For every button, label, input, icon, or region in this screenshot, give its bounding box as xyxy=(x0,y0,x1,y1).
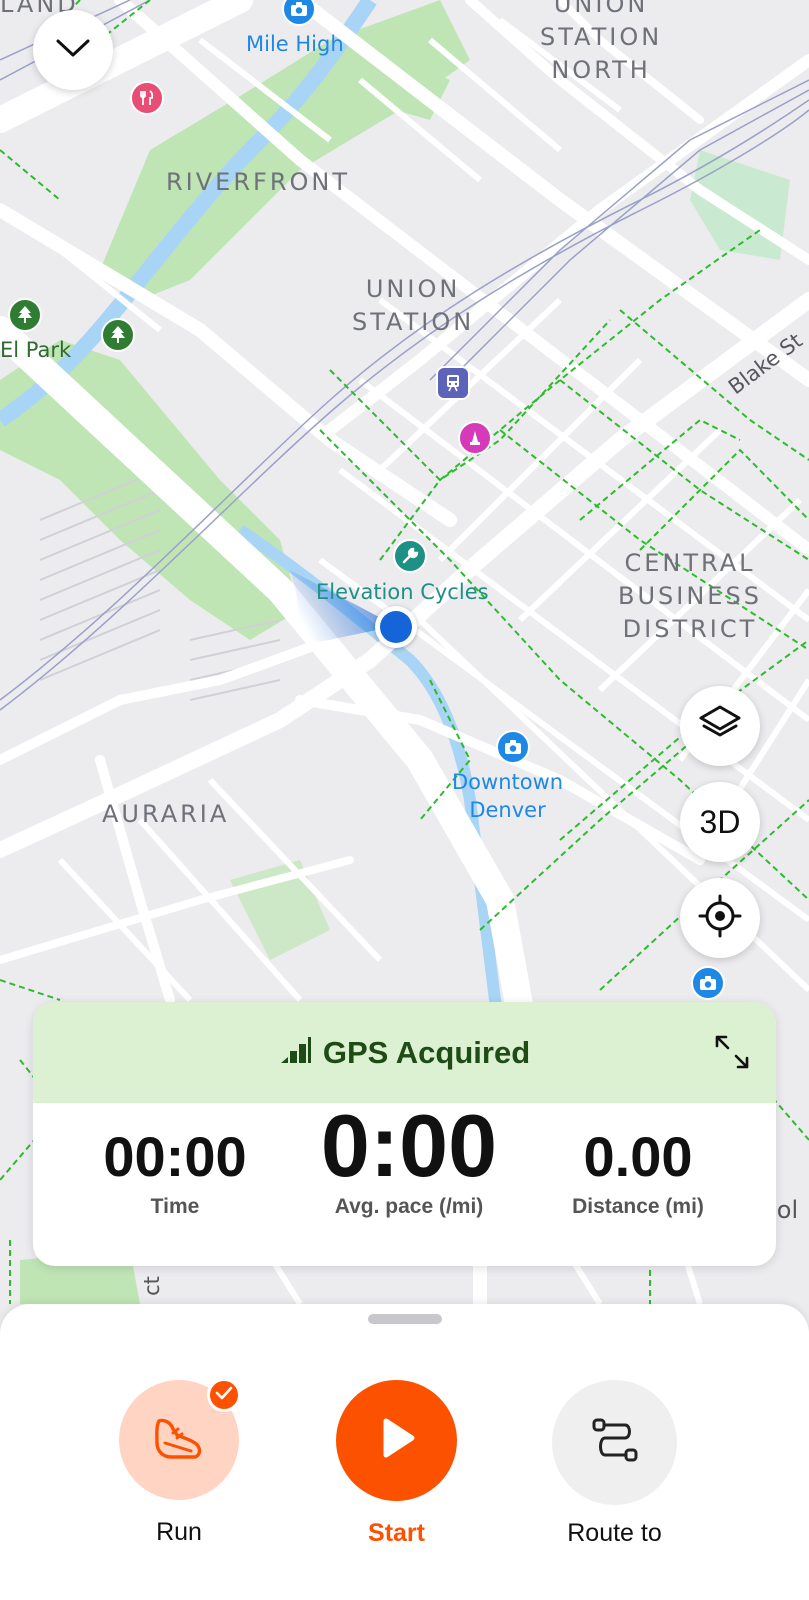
pace-stat: 0:00 Avg. pace (/mi) xyxy=(289,1102,529,1219)
route-button[interactable] xyxy=(552,1380,677,1505)
train-station-icon[interactable] xyxy=(436,366,470,400)
bottom-sheet: Run Start Route to xyxy=(0,1304,809,1600)
distance-stat: 0.00 Distance (mi) xyxy=(533,1125,743,1219)
crosshair-icon xyxy=(698,894,742,943)
map-layers-button[interactable] xyxy=(680,686,760,766)
running-shoe-icon xyxy=(151,1413,207,1468)
restaurant-icon[interactable] xyxy=(130,81,164,115)
expand-stats-button[interactable] xyxy=(714,1034,750,1070)
poi-label-downtown-denver[interactable]: Downtown Denver xyxy=(452,768,563,824)
wrench-icon[interactable] xyxy=(393,539,427,573)
poi-label-mile-high[interactable]: Mile High xyxy=(246,30,344,58)
district-label: UNION STATION xyxy=(352,275,475,336)
tree-icon[interactable] xyxy=(8,298,42,332)
district-label: RIVERFRONT xyxy=(166,168,350,196)
route-action[interactable]: Route to xyxy=(552,1380,677,1548)
poi-label-el-park[interactable]: El Park xyxy=(0,338,71,362)
start-action[interactable]: Start xyxy=(336,1380,457,1548)
3d-toggle-button[interactable]: 3D xyxy=(680,782,760,862)
sport-type-label: Run xyxy=(156,1518,202,1546)
play-icon xyxy=(377,1416,417,1465)
start-button[interactable] xyxy=(336,1380,457,1501)
distance-label: Distance (mi) xyxy=(572,1195,704,1218)
district-label: UNION STATION NORTH xyxy=(540,0,663,84)
district-label: AURARIA xyxy=(102,800,230,828)
time-stat: 00:00 Time xyxy=(77,1125,273,1219)
selected-check-badge xyxy=(207,1378,241,1412)
collapse-map-button[interactable] xyxy=(33,10,113,90)
sport-type-action[interactable]: Run xyxy=(119,1378,241,1547)
sheet-grabber[interactable] xyxy=(368,1314,442,1324)
route-icon xyxy=(591,1417,639,1468)
time-value: 00:00 xyxy=(103,1125,247,1188)
gps-status-text: GPS Acquired xyxy=(322,1034,531,1070)
stats-card: GPS Acquired 00:00 Time 0:00 Avg. pace (… xyxy=(33,1002,776,1266)
gps-status-bar: GPS Acquired xyxy=(33,1002,776,1103)
sport-type-button[interactable] xyxy=(119,1378,241,1500)
distance-value: 0.00 xyxy=(583,1125,693,1188)
street-label: ct xyxy=(139,1276,164,1296)
recenter-button[interactable] xyxy=(680,878,760,958)
current-location-dot xyxy=(375,606,417,648)
signal-bars-icon xyxy=(279,1035,311,1070)
layers-icon xyxy=(698,704,742,749)
district-label: CENTRAL BUSINESS DISTRICT xyxy=(618,549,762,643)
chevron-down-icon xyxy=(55,38,91,63)
poi-label-elevation-cycles[interactable]: Elevation Cycles xyxy=(316,578,489,606)
camera-icon[interactable] xyxy=(496,730,530,764)
start-label: Start xyxy=(368,1519,425,1547)
route-label: Route to xyxy=(567,1519,662,1547)
pace-label: Avg. pace (/mi) xyxy=(334,1195,484,1218)
time-label: Time xyxy=(150,1195,200,1218)
expand-icon xyxy=(714,1035,750,1074)
tree-icon[interactable] xyxy=(101,318,135,352)
monument-icon[interactable] xyxy=(458,421,492,455)
camera-icon[interactable] xyxy=(691,966,725,1000)
checkmark-icon xyxy=(215,1386,233,1405)
pace-value: 0:00 xyxy=(320,1096,498,1195)
3d-label: 3D xyxy=(699,803,741,840)
